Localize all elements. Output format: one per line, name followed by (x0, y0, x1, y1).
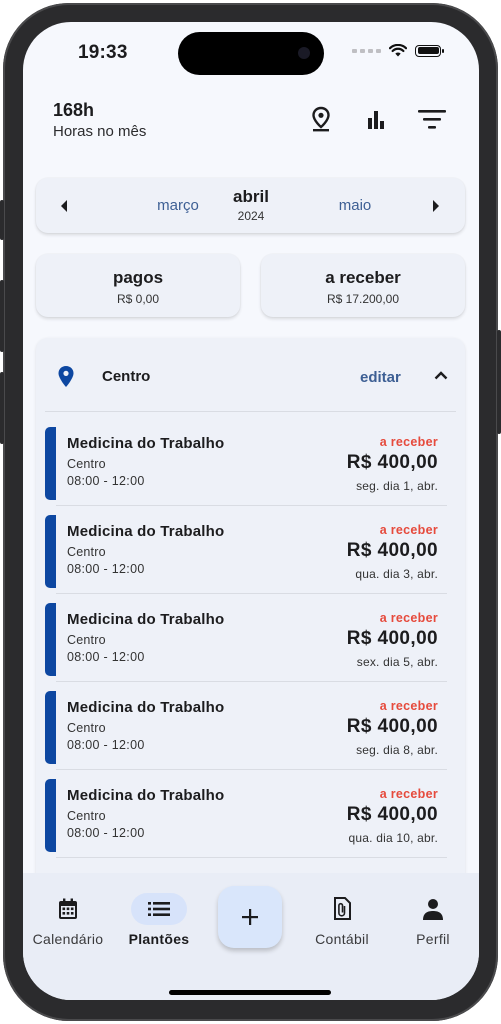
calendar-icon (40, 893, 96, 925)
side-button (0, 200, 4, 240)
shift-status: a receber (379, 699, 438, 713)
receivable-summary-card[interactable]: a receber R$ 17.200,00 (261, 254, 465, 317)
power-button (497, 330, 501, 434)
plus-icon (242, 909, 258, 925)
shift-date: seg. dia 8, abr. (356, 743, 438, 757)
shift-date: sex. dia 5, abr. (356, 655, 438, 669)
shift-status: a receber (379, 435, 438, 449)
hours-label: Horas no mês (53, 123, 147, 140)
shift-accent-bar (45, 603, 56, 676)
nav-label-shifts: Plantões (128, 931, 190, 947)
divider (45, 411, 456, 412)
wifi-icon (389, 44, 407, 57)
shift-location: Centro (67, 633, 106, 647)
current-year-label: 2024 (237, 209, 265, 223)
shift-title: Medicina do Trabalho (67, 523, 225, 540)
shift-time: 08:00 - 12:00 (67, 738, 145, 752)
volume-down-button (0, 372, 4, 444)
shift-time: 08:00 - 12:00 (67, 474, 145, 488)
shift-item[interactable]: Medicina do Trabalho Centro 08:00 - 12:0… (45, 512, 456, 594)
shift-location: Centro (67, 721, 106, 735)
list-icon (131, 893, 187, 925)
shift-accent-bar (45, 691, 56, 764)
shift-status: a receber (379, 611, 438, 625)
prev-month-arrow-icon[interactable] (54, 196, 74, 216)
home-indicator[interactable] (169, 990, 331, 995)
shift-title: Medicina do Trabalho (67, 435, 225, 452)
shift-title: Medicina do Trabalho (67, 611, 225, 628)
shift-amount: R$ 400,00 (346, 540, 438, 561)
dynamic-island (178, 32, 324, 75)
shift-date: qua. dia 10, abr. (348, 831, 438, 845)
nav-item-shifts[interactable]: Plantões (114, 893, 204, 947)
location-icon[interactable] (306, 104, 336, 134)
shift-location: Centro (67, 457, 106, 471)
shift-location: Centro (67, 809, 106, 823)
shift-item[interactable]: Medicina do Trabalho Centro 08:00 - 12:0… (45, 424, 456, 506)
shift-status: a receber (379, 523, 438, 537)
shift-amount: R$ 400,00 (346, 716, 438, 737)
location-pin-icon (58, 366, 74, 393)
shift-time: 08:00 - 12:00 (67, 562, 145, 576)
nav-label-profile: Perfil (416, 931, 450, 947)
document-icon (314, 893, 370, 925)
nav-item-calendar[interactable]: Calendário (23, 893, 113, 947)
shift-accent-bar (45, 515, 56, 588)
prev-month-label[interactable]: março (138, 197, 218, 214)
signal-icon (352, 48, 381, 53)
nav-label-calendar: Calendário (32, 931, 104, 947)
shift-amount: R$ 400,00 (346, 804, 438, 825)
status-icons (352, 44, 444, 57)
volume-up-button (0, 280, 4, 352)
nav-label-accounting: Contábil (315, 931, 369, 947)
nav-item-accounting[interactable]: Contábil (297, 893, 387, 947)
shift-amount: R$ 400,00 (346, 628, 438, 649)
filter-icon[interactable] (416, 104, 448, 134)
current-month-label: abril (233, 187, 269, 206)
shift-time: 08:00 - 12:00 (67, 650, 145, 664)
shift-date: qua. dia 3, abr. (355, 567, 438, 581)
shift-accent-bar (45, 427, 56, 500)
next-month-label[interactable]: maio (315, 197, 395, 214)
battery-icon (415, 44, 444, 57)
shift-title: Medicina do Trabalho (67, 699, 225, 716)
divider (56, 769, 447, 770)
divider (56, 681, 447, 682)
divider (56, 505, 447, 506)
bottom-navigation: Calendário Plantões Contábil Perfil (23, 873, 479, 1000)
bar-chart-icon[interactable] (361, 104, 391, 134)
shift-item[interactable]: Medicina do Trabalho Centro 08:00 - 12:0… (45, 688, 456, 770)
edit-location-button[interactable]: editar (360, 369, 401, 386)
shift-title: Medicina do Trabalho (67, 787, 225, 804)
shift-location: Centro (67, 545, 106, 559)
paid-title: pagos (112, 268, 164, 287)
app-screen: 19:33 168h Horas no mês março abril 2024… (23, 22, 479, 1000)
month-selector: março abril 2024 maio (36, 178, 465, 233)
shift-status: a receber (379, 787, 438, 801)
paid-value: R$ 0,00 (116, 292, 160, 306)
shift-amount: R$ 400,00 (346, 452, 438, 473)
shift-time: 08:00 - 12:00 (67, 826, 145, 840)
paid-summary-card[interactable]: pagos R$ 0,00 (36, 254, 240, 317)
person-icon (405, 893, 461, 925)
shift-date: seg. dia 1, abr. (356, 479, 438, 493)
shift-accent-bar (45, 779, 56, 852)
add-shift-button[interactable] (218, 886, 282, 948)
location-name: Centro (102, 368, 151, 385)
divider (56, 857, 447, 858)
chevron-up-icon[interactable] (431, 365, 451, 385)
status-time: 19:33 (78, 42, 128, 63)
receivable-title: a receber (325, 268, 401, 287)
divider (56, 593, 447, 594)
shift-item[interactable]: Medicina do Trabalho Centro 08:00 - 12:0… (45, 776, 456, 858)
nav-item-profile[interactable]: Perfil (388, 893, 478, 947)
shift-item[interactable]: Medicina do Trabalho Centro 08:00 - 12:0… (45, 600, 456, 682)
hours-value: 168h (53, 100, 95, 120)
receivable-value: R$ 17.200,00 (326, 292, 400, 306)
next-month-arrow-icon[interactable] (426, 196, 446, 216)
